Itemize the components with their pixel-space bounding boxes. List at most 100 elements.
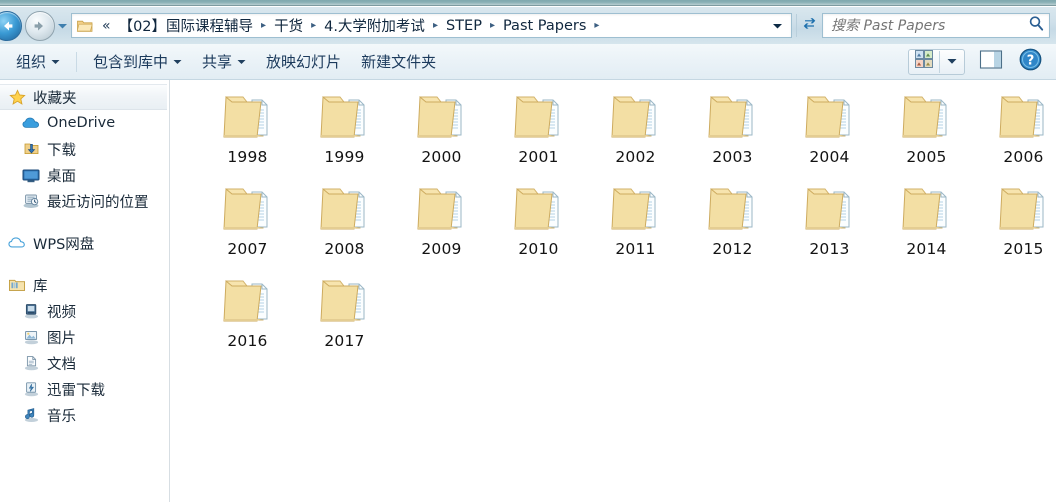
folder-icon bbox=[703, 91, 763, 147]
folder-icon bbox=[994, 183, 1054, 239]
slideshow-label: 放映幻灯片 bbox=[266, 53, 342, 71]
thunder-download-icon bbox=[22, 381, 40, 398]
recent-places-icon bbox=[22, 193, 40, 210]
breadcrumb-item-3[interactable]: STEP bbox=[443, 17, 485, 35]
folder-label: 2014 bbox=[906, 240, 947, 258]
chevron-down-icon bbox=[773, 23, 782, 28]
change-view-button[interactable] bbox=[908, 48, 965, 75]
sidebar-item-label: 收藏夹 bbox=[33, 90, 77, 107]
folder-label: 2004 bbox=[809, 148, 850, 166]
chevron-down-icon bbox=[947, 59, 957, 64]
folder-item[interactable]: 2013 bbox=[781, 178, 878, 268]
folder-item[interactable]: 2007 bbox=[199, 178, 296, 268]
folder-icon bbox=[606, 183, 666, 239]
breadcrumb-item-4[interactable]: Past Papers bbox=[500, 17, 589, 35]
chevron-down-icon bbox=[237, 59, 246, 64]
folder-item[interactable]: 1999 bbox=[296, 86, 393, 176]
pictures-icon bbox=[22, 329, 40, 346]
sidebar-item-onedrive[interactable]: OneDrive bbox=[0, 110, 169, 136]
breadcrumb-overflow-button[interactable]: « bbox=[97, 18, 116, 34]
star-icon bbox=[8, 88, 26, 106]
folder-item[interactable]: 2004 bbox=[781, 86, 878, 176]
folder-item[interactable]: 2016 bbox=[199, 270, 296, 360]
folder-label: 2011 bbox=[615, 240, 656, 258]
folder-item[interactable]: 2017 bbox=[296, 270, 393, 360]
folder-item[interactable]: 2000 bbox=[393, 86, 490, 176]
folder-item[interactable]: 2009 bbox=[393, 178, 490, 268]
address-input[interactable]: « 【02】国际课程辅导 ▸ 干货 ▸ 4.大学附加考试 ▸ STEP ▸ Pa… bbox=[71, 13, 792, 38]
sidebar-item-videos[interactable]: 视频 bbox=[0, 298, 169, 324]
file-list-view[interactable]: 1998 1999 2000 2001 2002 2003 2004 2005 … bbox=[171, 80, 1056, 502]
share-with-button[interactable]: 共享 bbox=[192, 47, 256, 76]
folder-icon bbox=[315, 91, 375, 147]
folder-item[interactable]: 2011 bbox=[587, 178, 684, 268]
wps-cloud-icon bbox=[8, 235, 26, 252]
folder-icon bbox=[994, 91, 1054, 147]
sidebar-item-favorites[interactable]: 收藏夹 bbox=[0, 84, 167, 110]
sidebar-item-thunder-download[interactable]: 迅雷下载 bbox=[0, 376, 169, 402]
folder-item[interactable]: 2015 bbox=[975, 178, 1056, 268]
include-in-library-button[interactable]: 包含到库中 bbox=[83, 47, 192, 76]
refresh-button[interactable] bbox=[796, 14, 822, 37]
breadcrumb-item-2[interactable]: 4.大学附加考试 bbox=[321, 14, 428, 37]
help-button[interactable]: ? bbox=[1013, 48, 1050, 76]
forward-button[interactable] bbox=[25, 10, 55, 41]
refresh-icon bbox=[801, 16, 818, 36]
folder-icon bbox=[76, 18, 94, 34]
chevron-down-icon bbox=[173, 59, 182, 64]
folder-item[interactable]: 2002 bbox=[587, 86, 684, 176]
folder-item[interactable]: 2008 bbox=[296, 178, 393, 268]
breadcrumb-separator-2[interactable]: ▸ bbox=[428, 20, 443, 31]
organize-button[interactable]: 组织 bbox=[6, 47, 70, 76]
sidebar-item-label: 文档 bbox=[47, 356, 76, 373]
breadcrumb-separator-4[interactable]: ▸ bbox=[589, 20, 604, 31]
breadcrumb-separator-1[interactable]: ▸ bbox=[306, 20, 321, 31]
folder-item[interactable]: 2006 bbox=[975, 86, 1056, 176]
share-with-label: 共享 bbox=[202, 53, 233, 71]
folder-label: 2003 bbox=[712, 148, 753, 166]
folder-icon bbox=[315, 183, 375, 239]
search-box[interactable] bbox=[822, 13, 1050, 38]
folder-icon bbox=[897, 91, 957, 147]
breadcrumb-item-1[interactable]: 干货 bbox=[271, 14, 306, 37]
sidebar-item-wps-cloud[interactable]: WPS网盘 bbox=[0, 230, 169, 256]
breadcrumb: « 【02】国际课程辅导 ▸ 干货 ▸ 4.大学附加考试 ▸ STEP ▸ Pa… bbox=[97, 14, 768, 37]
folder-item[interactable]: 2012 bbox=[684, 178, 781, 268]
history-dropdown-button[interactable] bbox=[55, 11, 69, 41]
downloads-icon bbox=[22, 141, 40, 158]
view-dropdown-button[interactable] bbox=[940, 58, 964, 65]
onedrive-cloud-icon bbox=[22, 115, 40, 132]
sidebar-item-libraries[interactable]: 库 bbox=[0, 272, 169, 298]
folder-icon bbox=[897, 183, 957, 239]
back-button[interactable] bbox=[0, 10, 22, 41]
sidebar-item-recent-places[interactable]: 最近访问的位置 bbox=[0, 188, 169, 214]
folder-label: 2016 bbox=[227, 332, 268, 350]
folder-item[interactable]: 2014 bbox=[878, 178, 975, 268]
breadcrumb-separator-3[interactable]: ▸ bbox=[485, 20, 500, 31]
address-dropdown-button[interactable] bbox=[768, 17, 789, 35]
folder-item[interactable]: 2005 bbox=[878, 86, 975, 176]
search-input[interactable] bbox=[831, 17, 1028, 34]
folder-icon bbox=[800, 183, 860, 239]
sidebar-item-desktop[interactable]: 桌面 bbox=[0, 162, 169, 188]
breadcrumb-separator-0[interactable]: ▸ bbox=[256, 20, 271, 31]
sidebar-item-pictures[interactable]: 图片 bbox=[0, 324, 169, 350]
folder-item[interactable]: 2001 bbox=[490, 86, 587, 176]
folder-item[interactable]: 2010 bbox=[490, 178, 587, 268]
folder-icon bbox=[509, 91, 569, 147]
folder-label: 2013 bbox=[809, 240, 850, 258]
help-icon: ? bbox=[1019, 48, 1042, 76]
sidebar-item-documents[interactable]: 文档 bbox=[0, 350, 169, 376]
sidebar-item-label: 视频 bbox=[47, 304, 76, 321]
breadcrumb-item-0[interactable]: 【02】国际课程辅导 bbox=[116, 14, 256, 37]
library-icon bbox=[8, 277, 26, 294]
preview-pane-button[interactable] bbox=[965, 47, 1013, 77]
folder-grid: 1998 1999 2000 2001 2002 2003 2004 2005 … bbox=[171, 80, 1056, 360]
folder-item[interactable]: 2003 bbox=[684, 86, 781, 176]
new-folder-button[interactable]: 新建文件夹 bbox=[351, 47, 446, 76]
navigation-pane[interactable]: 收藏夹 OneDrive 下载 桌面 最近访问的位置 WPS网盘 库 视频 图片… bbox=[0, 80, 170, 502]
folder-item[interactable]: 1998 bbox=[199, 86, 296, 176]
sidebar-item-music[interactable]: 音乐 bbox=[0, 402, 169, 428]
slideshow-button[interactable]: 放映幻灯片 bbox=[256, 47, 351, 76]
sidebar-item-downloads[interactable]: 下载 bbox=[0, 136, 169, 162]
